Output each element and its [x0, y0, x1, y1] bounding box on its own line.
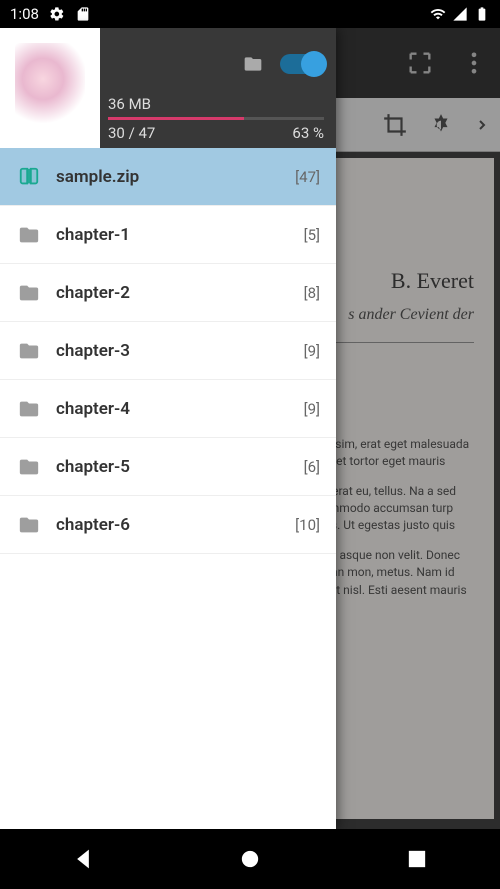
system-navbar: [0, 829, 500, 889]
book-icon: [16, 166, 42, 188]
navigation-drawer: 36 MB 30 / 47 63 % sample.zip [47] chapter…: [0, 28, 336, 829]
home-button[interactable]: [236, 845, 264, 873]
book-thumbnail[interactable]: [0, 28, 100, 148]
item-count: [9]: [304, 342, 320, 360]
file-size: 36 MB: [108, 95, 324, 113]
folder-icon: [16, 282, 42, 304]
battery-icon: [474, 6, 490, 22]
item-name: chapter-6: [56, 515, 281, 535]
item-count: [8]: [304, 284, 320, 302]
folder-icon: [16, 398, 42, 420]
recent-button[interactable]: [403, 845, 431, 873]
sd-card-icon: [75, 6, 91, 22]
folder-icon[interactable]: [240, 54, 266, 74]
file-list[interactable]: sample.zip[47]chapter-1[5]chapter-2[8]ch…: [0, 148, 336, 829]
list-item[interactable]: chapter-5 [6]: [0, 438, 336, 496]
list-item[interactable]: chapter-2 [8]: [0, 264, 336, 322]
list-item[interactable]: chapter-4 [9]: [0, 380, 336, 438]
item-name: chapter-3: [56, 341, 290, 361]
item-count: [10]: [295, 516, 320, 534]
item-name: chapter-2: [56, 283, 290, 303]
progress-percent: 63 %: [292, 124, 324, 142]
status-time: 1:08: [10, 5, 39, 23]
progress-pages: 30 / 47: [108, 124, 155, 142]
item-name: chapter-4: [56, 399, 290, 419]
progress-bar[interactable]: [108, 117, 324, 120]
item-name: chapter-5: [56, 457, 290, 477]
item-count: [9]: [304, 400, 320, 418]
drawer-header: 36 MB 30 / 47 63 %: [0, 28, 336, 148]
back-button[interactable]: [69, 845, 97, 873]
status-bar: 1:08: [0, 0, 500, 28]
signal-icon: [452, 6, 468, 22]
gear-icon: [49, 6, 65, 22]
folder-icon: [16, 224, 42, 246]
item-name: chapter-1: [56, 225, 290, 245]
item-name: sample.zip: [56, 167, 281, 187]
list-item[interactable]: sample.zip [47]: [0, 148, 336, 206]
item-count: [47]: [295, 168, 320, 186]
item-count: [6]: [304, 458, 320, 476]
list-item[interactable]: chapter-1 [5]: [0, 206, 336, 264]
list-item[interactable]: chapter-6 [10]: [0, 496, 336, 554]
folder-icon: [16, 340, 42, 362]
folder-icon: [16, 456, 42, 478]
wifi-icon: [430, 6, 446, 22]
folder-icon: [16, 514, 42, 536]
item-count: [5]: [304, 226, 320, 244]
list-item[interactable]: chapter-3 [9]: [0, 322, 336, 380]
view-toggle[interactable]: [280, 54, 324, 74]
